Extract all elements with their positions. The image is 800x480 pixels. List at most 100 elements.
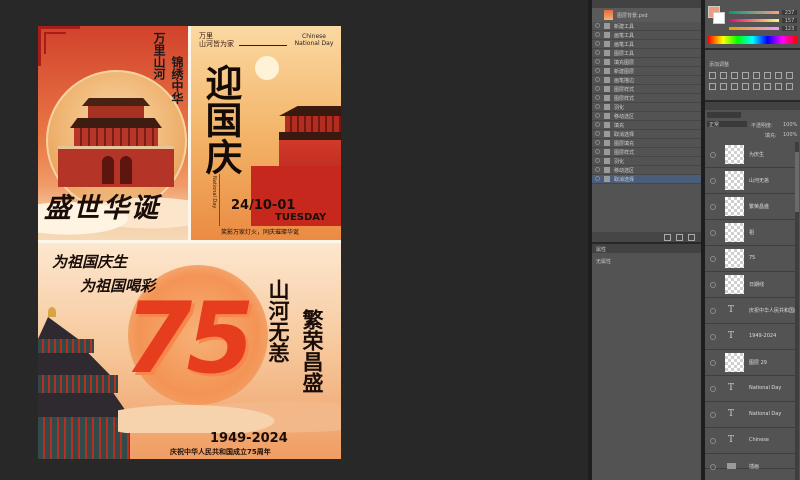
history-item[interactable]: 图层样式 bbox=[592, 85, 701, 94]
adjustment-icon[interactable] bbox=[764, 83, 771, 90]
history-item[interactable]: 填充图层 bbox=[592, 58, 701, 67]
color-panel[interactable]: 237 157 123 bbox=[705, 0, 800, 48]
layer-name[interactable]: 山河无恙 bbox=[749, 177, 769, 184]
history-item[interactable]: 新建图层 bbox=[592, 67, 701, 76]
adjustment-icon[interactable] bbox=[742, 72, 749, 79]
history-item[interactable]: 取消选择 bbox=[592, 175, 701, 184]
history-item[interactable]: 图层样式 bbox=[592, 148, 701, 157]
layer-row[interactable]: T 庆祝中华人民共和国成... bbox=[705, 298, 795, 324]
history-item[interactable]: 填充 bbox=[592, 121, 701, 130]
slider-g[interactable] bbox=[729, 19, 779, 22]
history-item[interactable]: 移动选区 bbox=[592, 112, 701, 121]
layer-row[interactable]: T Chinese bbox=[705, 428, 795, 454]
layer-name[interactable]: 1949-2024 bbox=[749, 333, 776, 339]
layer-name[interactable]: 75 bbox=[749, 255, 755, 261]
history-item[interactable]: 图层样式 bbox=[592, 94, 701, 103]
layer-row[interactable]: 75 bbox=[705, 246, 795, 272]
layer-name[interactable]: 图层 29 bbox=[749, 359, 767, 366]
history-item[interactable]: 画笔描边 bbox=[592, 76, 701, 85]
layer-row[interactable]: T 1949-2024 bbox=[705, 324, 795, 350]
slider-r[interactable] bbox=[729, 11, 779, 14]
layer-name[interactable]: 庆祝中华人民共和国成... bbox=[749, 307, 795, 314]
spectrum-bar[interactable] bbox=[708, 36, 797, 44]
properties-panel[interactable]: 属性 无属性 bbox=[592, 244, 701, 480]
adjustment-icon[interactable] bbox=[786, 72, 793, 79]
adjustment-icon[interactable] bbox=[731, 83, 738, 90]
history-snapshot[interactable]: 图层背景.psd bbox=[592, 8, 701, 22]
camera-icon[interactable] bbox=[676, 234, 683, 241]
adjustment-icon[interactable] bbox=[786, 83, 793, 90]
history-item[interactable]: 移动选区 bbox=[592, 166, 701, 175]
layer-name[interactable]: 为庆生 bbox=[749, 151, 764, 158]
layers-list[interactable]: 为庆生山河无恙繁荣昌盛祖 75 日期线 T 庆祝中华人民共和国成... T 1949-202… bbox=[705, 142, 795, 480]
adjustment-icon[interactable] bbox=[775, 83, 782, 90]
visibility-eye-icon[interactable] bbox=[710, 204, 716, 210]
slider-b[interactable] bbox=[729, 27, 779, 30]
layer-row[interactable]: 祖 bbox=[705, 220, 795, 246]
layers-scrollbar[interactable] bbox=[795, 142, 799, 480]
new-snapshot-icon[interactable] bbox=[664, 234, 671, 241]
document-workspace[interactable]: 万里山河 锦绣中华 盛世华诞 万里 山河皆为家 Chinese National… bbox=[0, 0, 588, 480]
blend-mode-select[interactable]: 正常 bbox=[707, 121, 747, 128]
visibility-eye-icon[interactable] bbox=[710, 334, 716, 340]
adjustment-icon[interactable] bbox=[720, 83, 727, 90]
layer-name[interactable]: Chinese bbox=[749, 437, 769, 443]
layer-row[interactable]: T National Day bbox=[705, 402, 795, 428]
visibility-eye-icon[interactable] bbox=[710, 308, 716, 314]
value-r[interactable]: 237 bbox=[782, 10, 797, 16]
visibility-eye-icon[interactable] bbox=[710, 412, 716, 418]
trash-icon[interactable] bbox=[688, 234, 695, 241]
visibility-eye-icon[interactable] bbox=[710, 282, 716, 288]
opacity-value[interactable]: 100% bbox=[783, 122, 797, 128]
history-item[interactable]: 羽化 bbox=[592, 103, 701, 112]
adjustment-icon[interactable] bbox=[742, 83, 749, 90]
visibility-eye-icon[interactable] bbox=[710, 360, 716, 366]
history-item[interactable]: 图层工具 bbox=[592, 49, 701, 58]
history-item[interactable]: 羽化 bbox=[592, 157, 701, 166]
layer-row[interactable]: 日期线 bbox=[705, 272, 795, 298]
value-g[interactable]: 157 bbox=[782, 18, 797, 24]
adjustment-icon[interactable] bbox=[709, 72, 716, 79]
layer-row[interactable]: T National Day bbox=[705, 376, 795, 402]
layer-name[interactable]: National Day bbox=[749, 411, 781, 417]
visibility-eye-icon[interactable] bbox=[710, 464, 716, 470]
history-item[interactable]: 画笔工具 bbox=[592, 40, 701, 49]
scroll-thumb[interactable] bbox=[795, 152, 799, 212]
adjustment-icon[interactable] bbox=[731, 72, 738, 79]
visibility-eye-icon[interactable] bbox=[710, 230, 716, 236]
fill-value[interactable]: 100% bbox=[783, 132, 797, 138]
history-item[interactable]: 新建工具 bbox=[592, 22, 701, 31]
visibility-eye-icon[interactable] bbox=[710, 256, 716, 262]
adjustment-icon[interactable] bbox=[720, 72, 727, 79]
layer-row[interactable]: 图层 29 bbox=[705, 350, 795, 376]
adjustment-icon[interactable] bbox=[764, 72, 771, 79]
layers-panel[interactable]: 正常 不透明度: 100% 填充: 100% 为庆生 山河无恙 繁荣昌盛祖 75 日期线… bbox=[705, 102, 800, 480]
layer-row[interactable]: 插画 bbox=[705, 454, 795, 470]
adjustments-panel[interactable]: 添加调整 bbox=[705, 50, 800, 100]
history-list[interactable]: 新建工具 画笔工具 画笔工具 图层工具 填充图层 新建图层 画笔描边 图层样式 图层样式 羽化 移动… bbox=[592, 22, 701, 200]
history-item[interactable]: 画笔工具 bbox=[592, 31, 701, 40]
poster-canvas[interactable]: 万里山河 锦绣中华 盛世华诞 万里 山河皆为家 Chinese National… bbox=[38, 26, 341, 459]
value-b[interactable]: 123 bbox=[782, 26, 797, 32]
adjustment-icon[interactable] bbox=[775, 72, 782, 79]
adjust-icons[interactable] bbox=[709, 72, 797, 94]
layers-tabs[interactable] bbox=[705, 102, 800, 110]
visibility-eye-icon[interactable] bbox=[710, 438, 716, 444]
adjustment-icon[interactable] bbox=[753, 83, 760, 90]
layer-name[interactable]: 日期线 bbox=[749, 281, 764, 288]
layer-row[interactable]: 繁荣昌盛 bbox=[705, 194, 795, 220]
history-item[interactable]: 取消选择 bbox=[592, 130, 701, 139]
visibility-eye-icon[interactable] bbox=[710, 152, 716, 158]
layer-name[interactable]: National Day bbox=[749, 385, 781, 391]
layer-name[interactable]: 繁荣昌盛 bbox=[749, 203, 769, 210]
history-item[interactable]: 图层填充 bbox=[592, 139, 701, 148]
layer-filter[interactable] bbox=[707, 112, 741, 118]
layer-row[interactable]: 山河无恙 bbox=[705, 168, 795, 194]
visibility-eye-icon[interactable] bbox=[710, 386, 716, 392]
layer-row[interactable]: 为庆生 bbox=[705, 142, 795, 168]
visibility-eye-icon[interactable] bbox=[710, 178, 716, 184]
layer-name[interactable]: 祖 bbox=[749, 229, 754, 236]
adjustment-icon[interactable] bbox=[709, 83, 716, 90]
history-panel[interactable]: 图层背景.psd 新建工具 画笔工具 画笔工具 图层工具 填充图层 新建图层 画笔描边 图层样… bbox=[592, 0, 701, 242]
adjustment-icon[interactable] bbox=[753, 72, 760, 79]
